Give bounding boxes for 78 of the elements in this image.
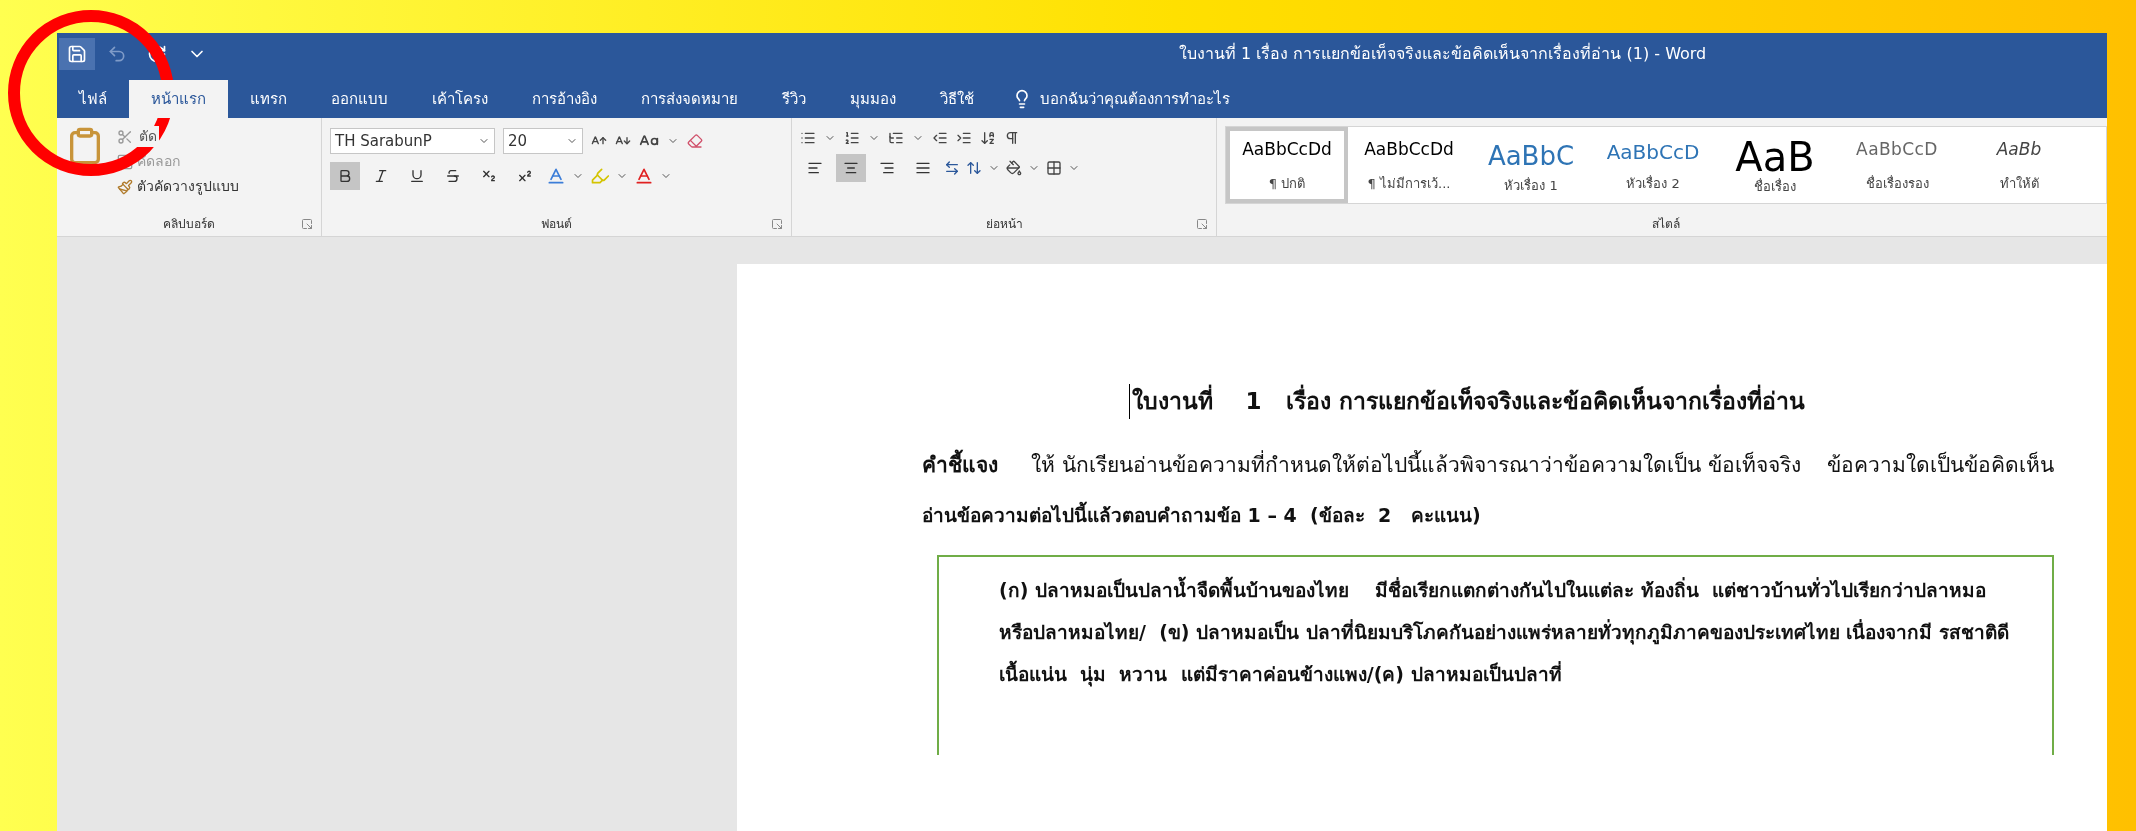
font-name-field[interactable]: TH SarabunP bbox=[330, 128, 495, 154]
save-icon[interactable] bbox=[67, 44, 87, 64]
group-label: ย่อหน้า bbox=[985, 216, 1023, 233]
style-preview: AaBbCcD bbox=[1606, 139, 1700, 166]
window-title: ใบงานที่ 1 เรื่อง การแยกข้อเท็จจริงและข้อคิดเห็นจากเรื่องที่อ่าน (1) - Word bbox=[1179, 42, 1707, 65]
text-effects-icon[interactable] bbox=[546, 166, 566, 186]
line-spacing-icon[interactable] bbox=[966, 160, 982, 176]
style-preview: AaBbC bbox=[1487, 140, 1575, 173]
group-label: คลิปบอร์ด bbox=[163, 216, 215, 233]
tell-me-search[interactable]: บอกฉันว่าคุณต้องการทำอะไร bbox=[996, 80, 1246, 118]
numbering-icon[interactable] bbox=[844, 130, 860, 146]
decrease-indent-icon[interactable] bbox=[932, 130, 948, 146]
underline-icon[interactable] bbox=[409, 168, 425, 184]
style-gallery-item[interactable]: AaBbCcD ชื่อเรื่องรอง bbox=[1836, 127, 1958, 203]
ribbon-tab[interactable]: มุมมอง bbox=[828, 80, 918, 118]
borders-icon[interactable] bbox=[1046, 160, 1062, 176]
ribbon-tab[interactable]: การส่งจดหมาย bbox=[619, 80, 760, 118]
instruction-paragraph: คำชี้แจง ให้ นักเรียนอ่านข้อความที่กำหนดให้ต่อไปนี้แล้วพิจารณาว่าข้อความใดเป็น ข้อเท็จจริง ข้อความใดเป็นข้อคิดเห็น bbox=[922, 440, 2072, 489]
tell-me-text: บอกฉันว่าคุณต้องการทำอะไร bbox=[1040, 88, 1230, 111]
ribbon-tab[interactable]: รีวิว bbox=[760, 80, 828, 118]
align-center-icon[interactable] bbox=[843, 160, 859, 176]
bullets-icon[interactable] bbox=[800, 130, 816, 146]
text-direction-icon[interactable] bbox=[944, 160, 960, 176]
format-painter-button[interactable]: ตัวคัดวางรูปแบบ bbox=[137, 176, 239, 197]
style-preview: AaBbCcD bbox=[1856, 138, 1938, 161]
increase-indent-icon[interactable] bbox=[956, 130, 972, 146]
style-gallery-item[interactable]: AaBbC หัวเรื่อง 1 bbox=[1470, 127, 1592, 203]
font-color-icon[interactable] bbox=[634, 166, 654, 186]
copy-icon[interactable] bbox=[117, 153, 133, 170]
dialog-launcher-icon[interactable] bbox=[1196, 218, 1208, 230]
style-name: หัวเรื่อง 1 bbox=[1504, 176, 1558, 195]
subscript-icon[interactable] bbox=[481, 168, 497, 184]
multilevel-list-icon[interactable] bbox=[888, 130, 904, 146]
ribbon-tab[interactable]: หน้าแรก bbox=[129, 80, 228, 118]
style-gallery-item[interactable]: AaBbCcD หัวเรื่อง 2 bbox=[1592, 127, 1714, 203]
bold-icon[interactable] bbox=[337, 168, 353, 184]
style-gallery-item[interactable]: AaBbCcDd ¶ ปกติ bbox=[1226, 127, 1348, 203]
ribbon-tab[interactable]: การอ้างอิง bbox=[510, 80, 619, 118]
paintbrush-icon[interactable] bbox=[117, 178, 133, 195]
ribbon-tab[interactable]: วิธีใช้ bbox=[918, 80, 996, 118]
ribbon-tab[interactable]: เค้าโครง bbox=[410, 80, 510, 118]
worksheet-title: ใบงานที่ 1 เรื่อง การแยกข้อเท็จจริงและข้อคิดเห็นจากเรื่องที่อ่าน bbox=[1129, 384, 1805, 419]
style-name: ชื่อเรื่องรอง bbox=[1865, 174, 1929, 193]
style-preview: AaBbCcDd bbox=[1364, 138, 1454, 161]
dialog-launcher-icon[interactable] bbox=[301, 218, 313, 230]
style-name: ชื่อเรื่อง bbox=[1754, 177, 1796, 196]
eraser-icon[interactable] bbox=[687, 133, 703, 149]
pilcrow-icon[interactable] bbox=[1004, 130, 1020, 146]
sort-icon[interactable] bbox=[980, 130, 996, 146]
style-preview: AaBbCcDd bbox=[1242, 138, 1332, 161]
passage-paragraph: (ก) ปลาหมอเป็นปลาน้ำจืดพื้นบ้านของไทย มีชื่อเรียกแตกต่างกันไปในแต่ละ ท้องถิ่น แต่ชาวบ้านทั่วไปเรียกว่าปลาหมอหรือปลาหมอไทย/ (ข) ปลาหมอเป็น ปลาที่นิยมบริโภคกันอย่างแพร่หลายทั่วทุกภูมิภาคของประเทศไทย เนื่องจากมี รสชาติดี เนื้อแน่น นุ่ม หวาน แต่มีราคาค่อนข้างแพง/(ค) ปลาหมอเป็นปลาที่ bbox=[999, 569, 2012, 695]
group-label: สไตล์ bbox=[1652, 216, 1680, 233]
align-left-icon[interactable] bbox=[807, 160, 823, 176]
ribbon-tab[interactable]: แทรก bbox=[228, 80, 309, 118]
file-tab[interactable]: ไฟล์ bbox=[57, 80, 129, 118]
style-name: หัวเรื่อง 2 bbox=[1626, 174, 1680, 193]
strikethrough-icon[interactable] bbox=[445, 168, 461, 184]
font-size-field[interactable]: 20 bbox=[503, 128, 583, 154]
dialog-launcher-icon[interactable] bbox=[771, 218, 783, 230]
style-name: ¶ ไม่มีการเว้... bbox=[1367, 174, 1451, 193]
group-label: ฟอนต์ bbox=[541, 216, 572, 233]
style-gallery-item[interactable]: AaB ชื่อเรื่อง bbox=[1714, 127, 1836, 203]
paint-bucket-icon[interactable] bbox=[1006, 160, 1022, 176]
ribbon-tab[interactable]: ออกแบบ bbox=[309, 80, 410, 118]
style-gallery-item[interactable]: AaBbCcDd ¶ ไม่มีการเว้... bbox=[1348, 127, 1470, 203]
question-text: อ่านข้อความต่อไปนี้แล้วตอบคำถามข้อ 1 – 4 (ข้อละ 2 คะแนน) bbox=[922, 500, 1482, 528]
style-name: ทำให้ตั bbox=[1999, 174, 2039, 193]
align-right-icon[interactable] bbox=[879, 160, 895, 176]
justify-icon[interactable] bbox=[915, 160, 931, 176]
style-preview: AaB bbox=[1735, 137, 1815, 177]
scissors-icon[interactable] bbox=[117, 128, 133, 145]
italic-icon[interactable] bbox=[373, 168, 389, 184]
superscript-icon[interactable] bbox=[517, 168, 533, 184]
style-gallery-item[interactable]: AaBb ทำให้ตั bbox=[1958, 127, 2080, 203]
redo-icon[interactable] bbox=[147, 44, 167, 64]
style-name: ¶ ปกติ bbox=[1268, 174, 1306, 193]
style-preview: AaBb bbox=[1996, 138, 2042, 161]
cut-button[interactable]: ตัด bbox=[137, 126, 159, 147]
